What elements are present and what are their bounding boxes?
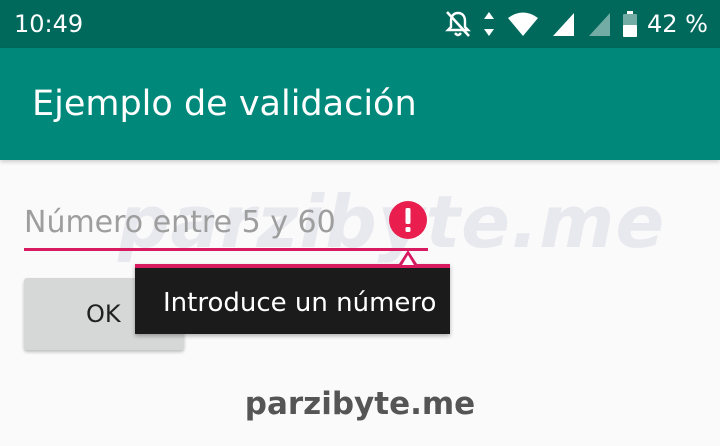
battery-icon: [623, 11, 638, 37]
number-input[interactable]: [24, 198, 394, 246]
input-underline: [24, 248, 428, 251]
error-icon[interactable]: [388, 200, 428, 240]
app-title: Ejemplo de validación: [32, 84, 417, 124]
signal-dim-icon: [587, 11, 611, 37]
notifications-off-icon: [445, 10, 471, 38]
status-bar: 10:49 42 %: [0, 0, 720, 48]
app-bar: Ejemplo de validación: [0, 48, 720, 160]
tooltip-pointer-inner: [402, 255, 414, 265]
data-arrows-icon: [483, 11, 495, 37]
status-time: 10:49: [14, 10, 84, 38]
wifi-icon: [507, 11, 539, 37]
battery-percent: 42 %: [647, 10, 708, 38]
signal-icon: [551, 11, 575, 37]
status-icons: 42 %: [433, 8, 708, 40]
watermark-footer: parzibyte.me: [244, 386, 476, 422]
error-tooltip: Introduce un número: [135, 264, 450, 334]
error-tooltip-text: Introduce un número: [163, 288, 437, 318]
